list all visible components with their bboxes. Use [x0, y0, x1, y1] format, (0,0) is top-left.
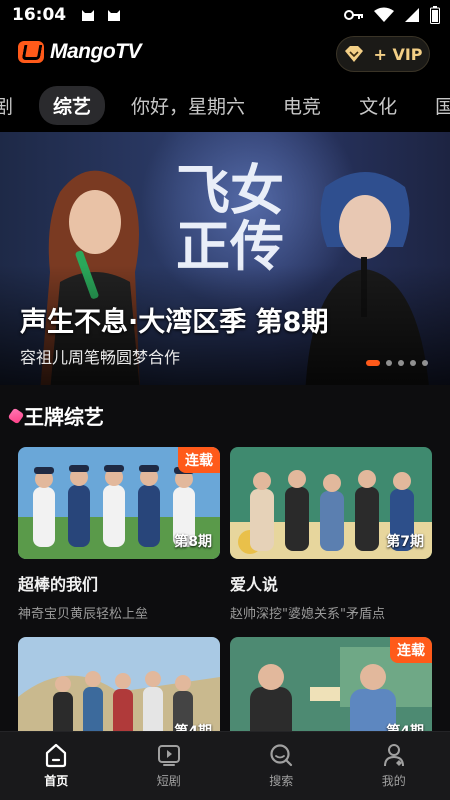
mango-logo-icon: [18, 41, 44, 63]
nav-home-label: 首页: [44, 774, 69, 788]
nav-search-label: 搜索: [269, 774, 294, 788]
tab-esports[interactable]: 电竞: [283, 92, 321, 119]
nav-short-drama[interactable]: 短剧: [113, 732, 226, 800]
show-thumbnail: 连载 第8期: [18, 447, 220, 559]
tab-variety[interactable]: 综艺: [39, 85, 106, 125]
home-icon: [46, 743, 67, 768]
show-subtitle: 神奇宝贝黄辰轻松上垒: [18, 607, 149, 622]
show-card[interactable]: 第7期 爱人说 赵帅深挖"婆媳关系"矛盾点: [230, 447, 432, 622]
tab-drama[interactable]: 剧: [0, 92, 13, 119]
profile-icon: [383, 744, 404, 767]
carousel-dot: [386, 360, 392, 366]
play-icon: [157, 745, 180, 766]
carousel-indicator: [366, 360, 428, 366]
app-header: MangoTV + VIP: [0, 30, 450, 78]
wifi-icon: [374, 7, 394, 22]
cat-notification-icon: [108, 10, 121, 21]
banner-subtitle: 容祖儿周笔畅圆梦合作: [20, 348, 181, 367]
status-badge: 连载: [390, 637, 432, 663]
category-tabs: 剧 综艺 你好，星期六 电竞 文化 国: [0, 78, 450, 132]
nav-profile[interactable]: 我的: [338, 732, 450, 800]
status-badge: 连载: [178, 447, 220, 473]
status-time: 16:04: [12, 5, 67, 25]
tab-culture[interactable]: 文化: [359, 92, 397, 119]
mangotv-logo[interactable]: MangoTV: [18, 40, 142, 64]
carousel-dot: [398, 360, 404, 366]
carousel-dot: [410, 360, 416, 366]
show-subtitle: 赵帅深挖"婆媳关系"矛盾点: [230, 607, 385, 622]
status-bar: 16:04: [0, 0, 450, 30]
key-icon: [344, 10, 363, 20]
episode-label: 第7期: [386, 534, 424, 550]
hero-banner[interactable]: 飞女正传 声生不息·大湾区季 第8期 容祖儿周笔畅圆梦合作: [0, 132, 450, 385]
show-title: 超棒的我们: [18, 575, 99, 594]
bottom-nav: 首页 短剧 搜索 我的: [0, 731, 450, 800]
signal-icon: [405, 8, 419, 22]
logo-text: MangoTV: [50, 40, 142, 63]
vip-label: + VIP: [373, 44, 423, 64]
nav-short-drama-label: 短剧: [156, 774, 181, 788]
tab-national[interactable]: 国: [435, 92, 450, 119]
carousel-dot: [422, 360, 428, 366]
nav-profile-label: 我的: [381, 774, 406, 788]
vip-button[interactable]: + VIP: [336, 36, 430, 72]
section-title: 王牌综艺: [24, 405, 104, 429]
banner-title: 声生不息·大湾区季 第8期: [20, 307, 329, 338]
section-mark-icon: [7, 407, 25, 424]
nav-search[interactable]: 搜索: [225, 732, 338, 800]
show-logo-text: 飞女正传: [176, 158, 284, 278]
carousel-dot: [366, 360, 380, 366]
episode-label: 第8期: [174, 534, 212, 550]
show-thumbnail: 第7期: [230, 447, 432, 559]
cat-notification-icon: [82, 10, 95, 21]
show-card[interactable]: 连载 第8期 超棒的我们 神奇宝贝黄辰轻松上垒: [18, 447, 220, 622]
nav-home[interactable]: 首页: [0, 732, 113, 800]
tab-hello-saturday[interactable]: 你好，星期六: [131, 92, 245, 119]
diamond-icon: [345, 46, 364, 62]
search-icon: [270, 744, 293, 767]
show-title: 爱人说: [230, 575, 279, 594]
battery-icon: [430, 6, 440, 24]
section-header: 王牌综艺: [7, 401, 104, 430]
